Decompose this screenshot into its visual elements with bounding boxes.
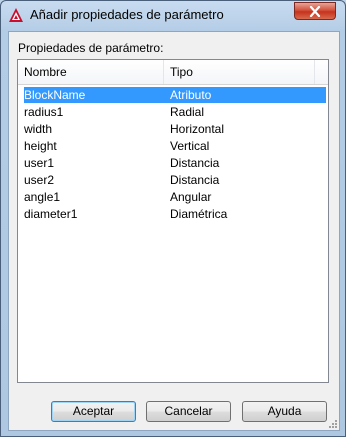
table-row[interactable]: height Vertical — [24, 138, 326, 154]
row-name: angle1 — [24, 190, 61, 204]
title-bar[interactable]: Añadir propiedades de parámetro — [1, 1, 345, 29]
row-type: Angular — [170, 190, 212, 204]
table-row[interactable]: diameter1 Diamétrica — [24, 206, 326, 222]
table-row[interactable]: BlockName Atributo — [24, 87, 326, 103]
table-row[interactable]: radius1 Radial — [24, 104, 326, 120]
close-icon — [309, 6, 321, 17]
row-name: user1 — [24, 156, 55, 170]
table-row[interactable]: user1 Distancia — [24, 155, 326, 171]
row-name: diameter1 — [24, 207, 78, 221]
row-type: Diamétrica — [170, 207, 228, 221]
autocad-icon — [8, 7, 24, 23]
cancel-button[interactable]: Cancelar — [146, 401, 231, 422]
column-header-type[interactable]: Tipo — [164, 60, 315, 84]
row-name: height — [24, 139, 57, 153]
accept-button[interactable]: Aceptar — [51, 401, 136, 422]
row-name: width — [24, 122, 53, 136]
row-name: BlockName — [24, 88, 86, 102]
row-type: Distancia — [170, 156, 220, 170]
row-type: Vertical — [170, 139, 210, 153]
resize-grip-icon[interactable] — [328, 419, 338, 429]
help-button[interactable]: Ayuda — [242, 401, 327, 422]
column-header-name[interactable]: Nombre — [18, 60, 164, 84]
parameter-properties-list[interactable]: Nombre Tipo BlockName Atributo radius1 R… — [17, 59, 329, 383]
row-type: Distancia — [170, 173, 220, 187]
row-type: Radial — [170, 105, 205, 119]
table-row[interactable]: width Horizontal — [24, 121, 326, 137]
parameter-properties-label: Propiedades de parámetro: — [18, 41, 164, 55]
row-type: Horizontal — [170, 122, 225, 136]
dialog-window: Añadir propiedades de parámetro Propieda… — [0, 0, 346, 437]
dialog-body: Propiedades de parámetro: Nombre Tipo Bl… — [8, 31, 340, 431]
window-title: Añadir propiedades de parámetro — [30, 7, 224, 22]
row-name: radius1 — [24, 105, 64, 119]
row-type: Atributo — [170, 88, 212, 102]
close-button[interactable] — [294, 2, 336, 20]
row-name: user2 — [24, 173, 55, 187]
table-row[interactable]: user2 Distancia — [24, 172, 326, 188]
list-header: Nombre Tipo — [18, 60, 328, 85]
table-row[interactable]: angle1 Angular — [24, 189, 326, 205]
